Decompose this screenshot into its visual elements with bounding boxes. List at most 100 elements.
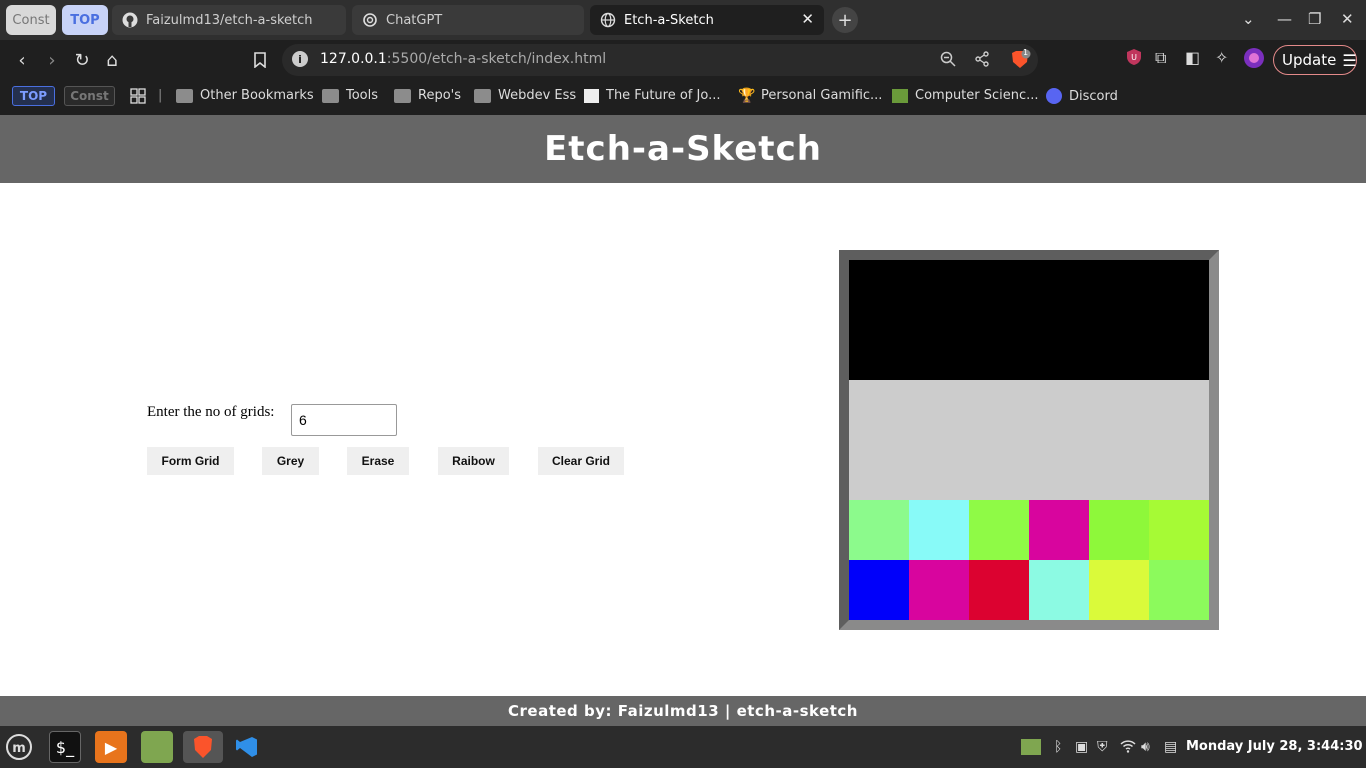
taskbar-clock[interactable]: Monday July 28, 3:44:30 PM (1186, 739, 1366, 754)
grid-cell[interactable] (1029, 260, 1089, 320)
rainbow-button[interactable]: Raibow (438, 447, 509, 475)
grid-cell[interactable] (1089, 380, 1149, 440)
grid-cell[interactable] (909, 260, 969, 320)
volume-icon[interactable]: 🔊︎ (1141, 739, 1150, 755)
grid-cell[interactable] (1089, 560, 1149, 620)
tab-github[interactable]: Faizulmd13/etch-a-sketch (112, 5, 346, 35)
grid-cell[interactable] (849, 380, 909, 440)
new-tab-button[interactable]: + (832, 7, 858, 33)
bookmark-top-pill[interactable]: TOP (12, 86, 55, 106)
grid-cell[interactable] (969, 320, 1029, 380)
grid-cell[interactable] (849, 440, 909, 500)
bookmark-repos[interactable]: Repo's (394, 88, 461, 103)
grid-cell[interactable] (909, 560, 969, 620)
grid-cell[interactable] (1029, 380, 1089, 440)
grid-cell[interactable] (1149, 560, 1209, 620)
bookmarks-bar: TOP Const | Other Bookmarks Tools Repo's… (0, 80, 1366, 115)
info-icon[interactable]: i (292, 51, 308, 67)
grid-cell[interactable] (1089, 500, 1149, 560)
bookmark-computer-science[interactable]: Computer Scienc... (892, 88, 1039, 103)
back-icon[interactable]: ‹ (10, 48, 34, 72)
bookmark-icon[interactable] (248, 48, 272, 72)
extensions-icon[interactable]: ⧉ (1155, 48, 1166, 68)
chevron-down-icon[interactable]: ⌄ (1242, 10, 1255, 28)
close-icon[interactable]: ✕ (801, 10, 814, 28)
form-grid-button[interactable]: Form Grid (147, 447, 234, 475)
workspace-icon[interactable] (1020, 738, 1042, 760)
bookmark-discord[interactable]: Discord (1046, 88, 1118, 104)
grid-cell[interactable] (1149, 320, 1209, 380)
sketch-grid[interactable] (849, 260, 1209, 620)
forward-icon[interactable]: › (40, 48, 64, 72)
maximize-icon[interactable]: ❐ (1308, 10, 1321, 28)
home-icon[interactable]: ⌂ (100, 48, 124, 72)
tab-title: ChatGPT (386, 12, 443, 28)
grid-cell[interactable] (1149, 500, 1209, 560)
reload-icon[interactable]: ↻ (70, 48, 94, 72)
grid-cell[interactable] (1029, 560, 1089, 620)
grid-cell[interactable] (1089, 260, 1149, 320)
tab-chatgpt[interactable]: ChatGPT (352, 5, 584, 35)
notes-icon[interactable]: ▤ (1164, 739, 1177, 755)
trophy-icon: 🏆 (738, 87, 756, 104)
clipboard-icon[interactable]: ▣ (1075, 739, 1088, 755)
profile-avatar-icon[interactable] (1244, 48, 1264, 72)
grid-cell[interactable] (1029, 320, 1089, 380)
grid-cell[interactable] (969, 380, 1029, 440)
grid-cell[interactable] (1089, 320, 1149, 380)
grid-cell[interactable] (849, 320, 909, 380)
zoom-icon[interactable] (940, 51, 956, 71)
close-window-icon[interactable]: ✕ (1341, 10, 1354, 28)
grid-cell[interactable] (849, 260, 909, 320)
mint-menu-icon[interactable]: m (3, 731, 35, 763)
grid-cell[interactable] (1029, 500, 1089, 560)
leo-ai-icon[interactable]: ✧ (1215, 48, 1228, 67)
wifi-icon[interactable] (1120, 739, 1136, 757)
grid-cell[interactable] (969, 560, 1029, 620)
shield-tray-icon[interactable]: ⛨ (1097, 739, 1108, 755)
share-icon[interactable] (974, 51, 990, 71)
grid-cell[interactable] (1149, 440, 1209, 500)
minimize-icon[interactable]: — (1277, 10, 1292, 28)
brave-shield-icon[interactable]: 1 (1009, 48, 1031, 71)
tab-etch-a-sketch[interactable]: Etch-a-Sketch ✕ (590, 5, 824, 35)
erase-button[interactable]: Erase (347, 447, 409, 475)
terminal-icon[interactable]: $_ (49, 731, 81, 763)
grid-cell[interactable] (1029, 440, 1089, 500)
chatgpt-icon (362, 12, 378, 28)
grid-cell[interactable] (1149, 260, 1209, 320)
grid-cell[interactable] (909, 320, 969, 380)
bluetooth-icon[interactable]: ᛒ (1054, 739, 1062, 755)
bookmark-const-pill[interactable]: Const (64, 86, 115, 106)
grid-cell[interactable] (909, 440, 969, 500)
media-player-icon[interactable]: ▶ (95, 731, 127, 763)
clear-grid-button[interactable]: Clear Grid (538, 447, 624, 475)
grey-button[interactable]: Grey (262, 447, 319, 475)
bookmark-tools[interactable]: Tools (322, 88, 378, 103)
update-button[interactable]: Update ☰ (1273, 45, 1357, 75)
const-pill[interactable]: Const (6, 5, 56, 35)
sidebar-icon[interactable]: ◧ (1185, 48, 1200, 67)
bookmark-other-bookmarks[interactable]: Other Bookmarks (176, 88, 314, 103)
grid-cell[interactable] (969, 440, 1029, 500)
grid-cell[interactable] (849, 500, 909, 560)
grid-cell[interactable] (1149, 380, 1209, 440)
grid-cell[interactable] (969, 260, 1029, 320)
url-field[interactable]: i 127.0.0.1:5500/etch-a-sketch/index.htm… (282, 44, 1038, 76)
vscode-icon[interactable] (231, 731, 263, 763)
files-icon[interactable] (141, 731, 173, 763)
grid-cell[interactable] (969, 500, 1029, 560)
tab-title: Etch-a-Sketch (624, 12, 714, 28)
grid-cell[interactable] (909, 500, 969, 560)
top-pill[interactable]: TOP (62, 5, 108, 35)
bookmark-future-of-jobs[interactable]: The Future of Jo... (584, 88, 720, 103)
ublock-icon[interactable]: U (1126, 48, 1142, 70)
bookmark-personal-gamification[interactable]: 🏆 Personal Gamific... (738, 88, 882, 103)
grid-cell[interactable] (1089, 440, 1149, 500)
apps-grid-icon[interactable] (130, 88, 146, 104)
bookmark-webdev-ess[interactable]: Webdev Ess (474, 88, 576, 103)
grid-cell[interactable] (909, 380, 969, 440)
grid-cell[interactable] (849, 560, 909, 620)
grid-count-input[interactable] (291, 404, 397, 436)
brave-browser-icon[interactable] (183, 731, 223, 763)
